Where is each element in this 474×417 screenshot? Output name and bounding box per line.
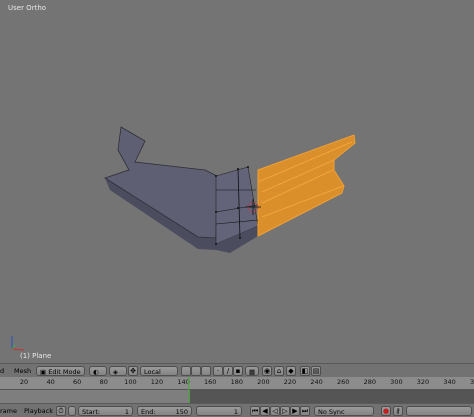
frame-tick-220: 220 xyxy=(283,378,297,386)
frame-tick-260: 260 xyxy=(336,378,350,386)
record-icon[interactable]: ● xyxy=(381,406,391,416)
snap-element-icon[interactable]: ◆ xyxy=(286,366,296,376)
preview-range-icon[interactable]: ⏱ xyxy=(56,406,66,416)
frame-tick-240: 240 xyxy=(310,378,323,386)
pivot-icon: ◈ xyxy=(113,368,118,376)
frame-range xyxy=(0,390,190,403)
next-keyframe-icon[interactable]: ▶ xyxy=(290,406,300,416)
play-icon[interactable]: ▷ xyxy=(280,406,290,416)
playback-menu[interactable]: Playback xyxy=(24,406,53,416)
play-reverse-icon[interactable]: ◁ xyxy=(270,406,280,416)
frame-tick-180: 180 xyxy=(230,378,244,386)
manipulator-icon[interactable]: ✥ xyxy=(128,366,138,376)
jump-start-icon[interactable]: ⏮ xyxy=(250,406,260,416)
out-of-range-area xyxy=(190,390,474,403)
frame-tick-200: 200 xyxy=(257,378,270,386)
frame-tick-340: 340 xyxy=(443,378,456,386)
timeline-header: rame Playback ⏱ Start: 1 End: 150 1 ⏮ ◀ … xyxy=(0,403,474,417)
layer-button-3[interactable] xyxy=(201,366,211,376)
frame-tick-120: 120 xyxy=(150,378,164,386)
render-animation-icon[interactable]: ▤ xyxy=(311,366,321,376)
jump-end-icon[interactable]: ⏭ xyxy=(300,406,310,416)
proportional-edit-icon[interactable]: ◉ xyxy=(262,366,272,376)
sphere-icon: ◐ xyxy=(93,368,99,376)
prev-keyframe-icon[interactable]: ◀ xyxy=(260,406,270,416)
snap-icon[interactable]: ⌂ xyxy=(274,366,284,376)
edit-mode-icon: ▣ xyxy=(40,368,49,376)
3d-view-header: d Mesh ▣ Edit Mode ◐ ◈ ✥ Local · / ▪ ▦ ◉… xyxy=(0,363,474,377)
frame-ruler[interactable]: 20 40 60 80 100 120 140 160 180 200 220 240 260 280 30… xyxy=(0,377,474,390)
frame-tick-320: 320 xyxy=(416,378,430,386)
current-frame-cursor[interactable] xyxy=(188,377,189,403)
view-menu-partial[interactable]: d xyxy=(0,366,4,376)
timeline[interactable]: 20 40 60 80 100 120 140 160 180 200 220 240 260 280 30… xyxy=(0,377,474,403)
frame-tick-160: 160 xyxy=(203,378,217,386)
frame-menu-partial[interactable]: rame xyxy=(0,406,17,416)
frame-tick-360: 360 xyxy=(469,378,474,386)
face-select-icon[interactable]: ▪ xyxy=(233,366,243,376)
keying-set-dropdown[interactable] xyxy=(406,406,472,416)
object-info-label: (1) Plane xyxy=(20,352,52,360)
frame-tick-280: 280 xyxy=(363,378,377,386)
layer-button-1[interactable] xyxy=(181,366,191,376)
render-preview-icon[interactable]: ◧ xyxy=(300,366,310,376)
keying-set-icon[interactable]: ⚷ xyxy=(393,406,403,416)
frame-tick-60: 60 xyxy=(73,378,82,386)
frame-tick-80: 80 xyxy=(99,378,108,386)
layer-button-2[interactable] xyxy=(191,366,201,376)
frame-tick-20: 20 xyxy=(19,378,29,386)
pivot-point-button[interactable]: ◈ xyxy=(109,366,127,376)
mesh-menu[interactable]: Mesh xyxy=(14,366,31,376)
mode-selector[interactable]: ▣ Edit Mode xyxy=(36,366,85,376)
start-frame-field[interactable]: Start: 1 xyxy=(78,406,133,416)
mesh-scene[interactable] xyxy=(0,0,474,363)
limit-selection-button[interactable]: ▦ xyxy=(245,366,259,376)
vertex-select-icon[interactable]: · xyxy=(213,366,223,376)
frame-tick-100: 100 xyxy=(124,378,137,386)
start-decrement[interactable] xyxy=(68,406,76,416)
orientation-dropdown[interactable]: Local xyxy=(140,366,178,376)
current-frame-field[interactable]: 1 xyxy=(196,406,242,416)
end-frame-field[interactable]: End: 150 xyxy=(137,406,192,416)
viewport-shading-button[interactable]: ◐ xyxy=(89,366,107,376)
edge-select-icon[interactable]: / xyxy=(223,366,233,376)
sync-mode-dropdown[interactable]: No Sync xyxy=(314,406,374,416)
frame-tick-300: 300 xyxy=(390,378,403,386)
3d-viewport[interactable]: User Ortho (1) Plane xyxy=(0,0,474,363)
frame-tick-40: 40 xyxy=(46,378,55,386)
